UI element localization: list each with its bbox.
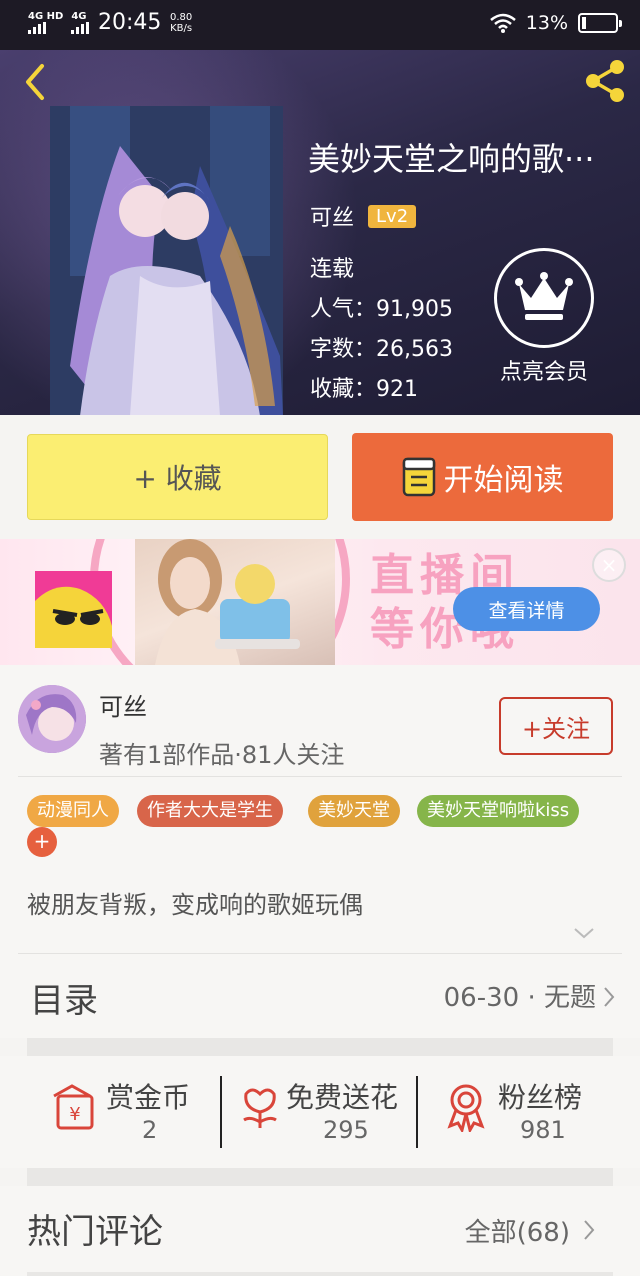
tag-item[interactable]: 动漫同人 <box>27 795 119 827</box>
comment-list-top <box>27 1272 613 1276</box>
status-bar: 4G HD 4G 20:45 0.80 KB/s 13% <box>0 0 640 50</box>
network-indicators: 4G HD 4G <box>28 11 90 34</box>
avatar-image <box>18 685 86 753</box>
coin-envelope-icon: ¥ <box>53 1084 94 1130</box>
book-title: 美妙天堂之响的歌··· <box>308 140 595 178</box>
book-status: 连载 <box>310 257 355 282</box>
net-speed-unit: KB/s <box>170 23 193 34</box>
section-separator <box>27 1168 613 1188</box>
chevron-right-icon[interactable] <box>582 1218 596 1242</box>
book-meta: 连载 人气：91,905 字数：26,563 收藏：921 <box>310 250 453 410</box>
battery-icon <box>578 13 622 33</box>
author-level-badge: Lv2 <box>368 204 417 228</box>
author-card-stats: 著有1部作品·81人关注 <box>99 741 345 769</box>
net-speed: 0.80 KB/s <box>170 12 192 34</box>
ad-mascot-icon <box>35 571 112 648</box>
vip-badge <box>494 248 594 348</box>
stat-reward[interactable]: ¥ 赏金币 2 <box>50 1074 210 1154</box>
stat-divider <box>416 1076 418 1148</box>
net-speed-value: 0.80 <box>170 12 193 23</box>
crown-icon <box>515 272 573 320</box>
divider <box>18 953 622 954</box>
book-word-count: 字数：26,563 <box>310 337 453 362</box>
share-icon[interactable] <box>580 56 630 106</box>
book-description: 被朋友背叛，变成响的歌姬玩偶 <box>27 891 363 919</box>
table-of-contents-row[interactable]: 目录 06-30 · 无题 <box>0 955 640 1037</box>
author-card-name[interactable]: 可丝 <box>99 687 147 722</box>
tag-item[interactable]: 作者大大是学生 <box>137 795 283 827</box>
start-reading-button[interactable]: 开始阅读 <box>352 433 613 521</box>
ad-photo <box>135 539 335 665</box>
wifi-icon <box>489 13 516 33</box>
flower-icon <box>243 1088 277 1128</box>
cover-illustration <box>50 106 283 415</box>
medal-icon <box>447 1084 485 1132</box>
signal-2: 4G <box>71 11 90 34</box>
book-popularity: 人气：91,905 <box>310 297 453 322</box>
book-cover[interactable] <box>50 106 283 415</box>
ad-close-icon[interactable]: × <box>592 548 626 582</box>
ad-logo <box>35 571 112 648</box>
book-favorites: 收藏：921 <box>310 377 418 402</box>
ad-banner[interactable]: 直播间 等你哦 查看详情 × <box>0 539 640 665</box>
tag-item[interactable]: 美妙天堂响啦kiss <box>417 795 580 827</box>
book-header: 美妙天堂之响的歌··· 可丝 Lv2 连载 人气：91,905 字数：26,56… <box>0 50 640 415</box>
stat-reward-label: 赏金币 <box>106 1081 191 1114</box>
stat-flower-value: 295 <box>323 1116 369 1144</box>
follow-button[interactable]: +关注 <box>499 697 613 755</box>
author-name[interactable]: 可丝 <box>310 200 354 232</box>
tag-item[interactable]: 美妙天堂 <box>308 795 400 827</box>
vip-button[interactable]: 点亮会员 <box>494 248 594 386</box>
stat-flower-label: 免费送花 <box>286 1081 399 1114</box>
ad-photo-illustration <box>155 539 300 665</box>
start-reading-label: 开始阅读 <box>443 463 564 498</box>
author-avatar[interactable] <box>18 685 86 753</box>
vip-label: 点亮会员 <box>499 360 588 385</box>
interaction-stats: ¥ 赏金币 2 免费送花 295 粉丝榜 981 <box>0 1056 640 1168</box>
divider <box>18 776 622 777</box>
signal-bars-icon <box>71 22 90 34</box>
network-1-label: 4G HD <box>28 11 64 22</box>
stat-flower[interactable]: 免费送花 295 <box>236 1074 416 1154</box>
book-details-card: 可丝 著有1部作品·81人关注 +关注 动漫同人 作者大大是学生 美妙天堂 美妙… <box>0 665 640 1038</box>
chevron-down-icon[interactable] <box>572 925 596 941</box>
section-separator <box>27 1038 613 1058</box>
collect-button[interactable]: + 收藏 <box>27 434 328 520</box>
status-right: 13% <box>489 12 622 34</box>
add-tag-button[interactable]: + <box>27 827 57 857</box>
stat-fans-value: 981 <box>520 1116 566 1144</box>
clock: 20:45 <box>98 10 162 35</box>
svg-text:¥: ¥ <box>69 1104 80 1125</box>
all-comments-link[interactable]: 全部(68) <box>465 1212 570 1249</box>
back-icon[interactable] <box>16 58 60 102</box>
battery-percent: 13% <box>525 12 568 34</box>
signal-bars-icon <box>28 22 46 34</box>
network-2-label: 4G <box>71 11 87 22</box>
book-icon <box>402 457 435 497</box>
stat-fans-label: 粉丝榜 <box>498 1081 583 1114</box>
stat-fans[interactable]: 粉丝榜 981 <box>444 1074 604 1154</box>
ad-detail-button[interactable]: 查看详情 <box>453 587 600 631</box>
hot-comments-title: 热门评论 <box>27 1212 163 1252</box>
hot-comments-header: 热门评论 全部(68) <box>0 1186 640 1276</box>
chevron-right-icon <box>604 987 615 1007</box>
stat-reward-value: 2 <box>142 1116 158 1144</box>
toc-latest-chapter: 06-30 · 无题 <box>443 983 596 1013</box>
toc-title: 目录 <box>30 981 98 1021</box>
signal-1: 4G HD <box>28 12 63 34</box>
stat-divider <box>220 1076 222 1148</box>
author-row: 可丝 Lv2 <box>310 200 417 232</box>
